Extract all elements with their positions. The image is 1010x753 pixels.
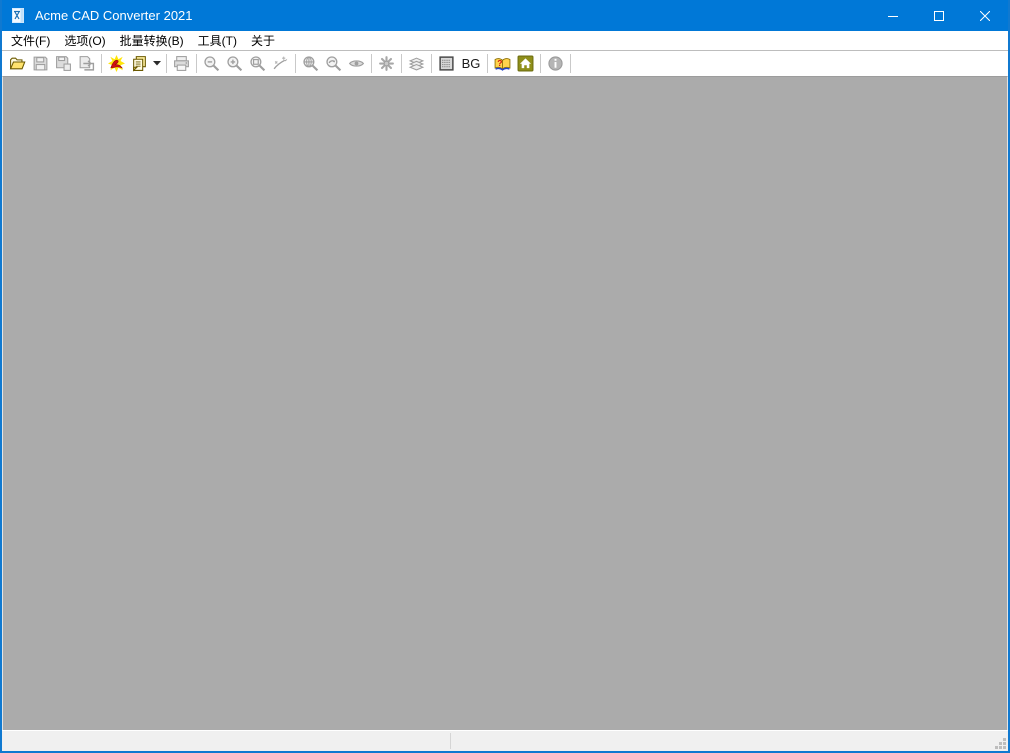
- zoom-extents-button: [299, 52, 322, 75]
- save-button: [29, 52, 52, 75]
- toolbar-separator: [540, 54, 541, 73]
- toolbar-separator: [166, 54, 167, 73]
- close-icon: [980, 11, 990, 21]
- save-icon: [32, 55, 49, 72]
- toolbar-separator: [431, 54, 432, 73]
- batch-convert-dropdown[interactable]: [151, 52, 163, 75]
- printer-icon: [173, 55, 190, 72]
- home-button[interactable]: [514, 52, 537, 75]
- zoom-window-button: [246, 52, 269, 75]
- toolbar-separator: [487, 54, 488, 73]
- status-panel-right: [451, 731, 1008, 751]
- drawing-canvas[interactable]: [2, 76, 1008, 730]
- export-button: [75, 52, 98, 75]
- status-panel-left: [2, 731, 450, 751]
- app-window: Acme CAD Converter 2021 文件(F) 选项(O) 批量转换…: [0, 0, 1010, 753]
- toolbar-separator: [101, 54, 102, 73]
- batch-convert-icon: [131, 55, 148, 72]
- minimize-button[interactable]: [870, 0, 916, 31]
- zoom-previous-icon: [325, 55, 342, 72]
- eye-icon: [348, 55, 365, 72]
- menu-file[interactable]: 文件(F): [4, 30, 57, 51]
- svg-text:?: ?: [497, 58, 502, 68]
- minimize-icon: [888, 11, 898, 21]
- zoom-in-button: [223, 52, 246, 75]
- toolbar-separator: [371, 54, 372, 73]
- redraw-icon: [272, 55, 289, 72]
- help-book-icon: ?: [494, 55, 511, 72]
- menu-options[interactable]: 选项(O): [57, 30, 112, 51]
- home-icon: [517, 55, 534, 72]
- app-icon: [10, 7, 27, 24]
- open-folder-icon: [9, 55, 26, 72]
- background-pattern-button[interactable]: [435, 52, 458, 75]
- batch-convert-button[interactable]: [128, 52, 151, 75]
- save-as-button: [52, 52, 75, 75]
- background-color-button[interactable]: BG: [458, 52, 484, 75]
- zoom-extents-icon: [302, 55, 319, 72]
- redraw-button: [269, 52, 292, 75]
- resize-grip-icon[interactable]: [994, 737, 1007, 750]
- layers-button: [405, 52, 428, 75]
- layers-icon: [408, 55, 425, 72]
- menu-tools[interactable]: 工具(T): [191, 30, 244, 51]
- zoom-window-icon: [249, 55, 266, 72]
- window-title: Acme CAD Converter 2021: [35, 8, 193, 23]
- plot-flower-icon: [378, 55, 395, 72]
- zoom-previous-button: [322, 52, 345, 75]
- zoom-out-icon: [203, 55, 220, 72]
- bg-button-label: BG: [462, 56, 481, 71]
- info-icon: [547, 55, 564, 72]
- pdf-convert-icon: [108, 55, 125, 72]
- menu-about[interactable]: 关于: [244, 30, 282, 51]
- toolbar-separator: [196, 54, 197, 73]
- print-button: [170, 52, 193, 75]
- export-icon: [78, 55, 95, 72]
- toolbar: BG ?: [2, 51, 1008, 76]
- save-as-icon: [55, 55, 72, 72]
- zoom-in-icon: [226, 55, 243, 72]
- dropdown-arrow-icon: [153, 61, 161, 66]
- convert-to-pdf-button[interactable]: [105, 52, 128, 75]
- plot-settings-button: [375, 52, 398, 75]
- view-button: [345, 52, 368, 75]
- titlebar: Acme CAD Converter 2021: [2, 0, 1008, 31]
- about-button: [544, 52, 567, 75]
- zoom-out-button: [200, 52, 223, 75]
- toolbar-end-separator: [570, 54, 571, 73]
- window-controls: [870, 0, 1008, 31]
- menubar: 文件(F) 选项(O) 批量转换(B) 工具(T) 关于: [2, 31, 1008, 51]
- help-button[interactable]: ?: [491, 52, 514, 75]
- close-button[interactable]: [962, 0, 1008, 31]
- toolbar-separator: [295, 54, 296, 73]
- maximize-icon: [934, 11, 944, 21]
- toolbar-separator: [401, 54, 402, 73]
- grid-icon: [438, 55, 455, 72]
- open-button[interactable]: [6, 52, 29, 75]
- menu-batch-convert[interactable]: 批量转换(B): [113, 30, 191, 51]
- statusbar: [2, 730, 1008, 751]
- maximize-button[interactable]: [916, 0, 962, 31]
